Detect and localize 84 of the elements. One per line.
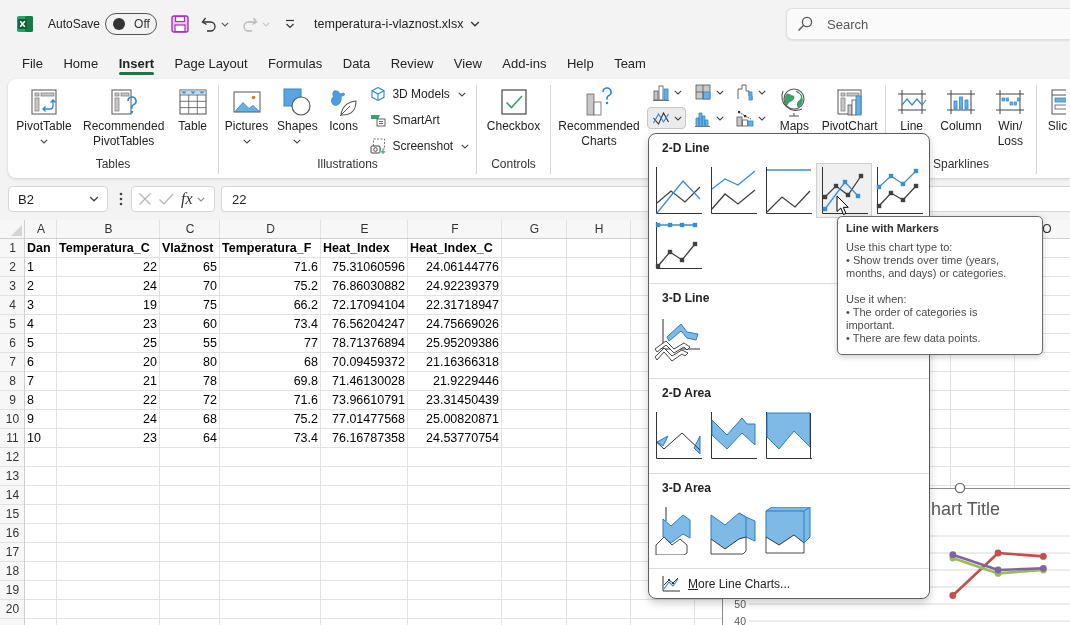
cell-text: 23.31450439 — [425, 392, 500, 409]
cell-text: 73.4 — [292, 316, 319, 333]
cell-text: 76.16787358 — [331, 430, 406, 447]
cell-text: 25.00820871 — [425, 411, 500, 428]
cell-text: 21 — [142, 373, 158, 390]
tooltip-title: Line with Markers — [846, 222, 940, 235]
cell-text: 75.2 — [292, 278, 319, 295]
cell-text: 6 — [26, 354, 35, 371]
cell-text: 1 — [26, 259, 35, 276]
cell-text: Heat_Index_C — [409, 240, 494, 257]
cell-text: 64 — [202, 430, 218, 447]
tooltip-text: • Show trends over time (years, months, and days) or categories. — [846, 254, 1008, 280]
cell-text: 73.96610791 — [331, 392, 406, 409]
cell-text: 78.71376894 — [331, 335, 406, 352]
cell-text: Vlažnost — [161, 240, 215, 257]
cell-text: 22.31718947 — [425, 297, 500, 314]
cell-text: 71.6 — [292, 392, 319, 409]
tooltip-text: • There are few data points. — [846, 332, 982, 345]
autosave-label: AutoSave — [48, 17, 101, 31]
cell-text: 23 — [142, 316, 158, 333]
section-heading: 2-D Area — [662, 385, 711, 401]
group-label: Sparklines — [933, 156, 989, 172]
cell-text: 69.8 — [292, 373, 319, 390]
cell-text: 71.6 — [292, 259, 319, 276]
cell-text: Temperatura_C — [58, 240, 151, 257]
cell-text: Heat_Index — [322, 240, 391, 257]
cell-text: 77.01477568 — [331, 411, 406, 428]
cell-text: 23 — [142, 430, 158, 447]
group-label: Tables — [95, 156, 131, 172]
cell-text: 72.17094104 — [331, 297, 406, 314]
cell-text: 24 — [142, 278, 158, 295]
cell-text: 75 — [202, 297, 218, 314]
cell-text: 76.56204247 — [331, 316, 406, 333]
axis-tick-label: 50 — [734, 597, 746, 610]
cell-text: 70.09459372 — [331, 354, 406, 371]
cell-text: 22 — [142, 392, 158, 409]
cell-text: 2 — [26, 278, 35, 295]
cell-text: 21.16366318 — [425, 354, 500, 371]
group-label: Illustrations — [317, 156, 378, 172]
section-heading: 2-D Line — [662, 140, 710, 156]
cell-text: Dan — [26, 240, 52, 257]
cell-text: Temperatura_F — [221, 240, 313, 257]
cell-text: 8 — [26, 392, 35, 409]
cell-text: 19 — [142, 297, 158, 314]
section-heading: 3-D Line — [662, 290, 710, 306]
cell-text: 24.92239379 — [425, 278, 500, 295]
cell-text: 21.9229446 — [431, 373, 500, 390]
cell-text: 78 — [202, 373, 218, 390]
chart-title: hart Title — [931, 498, 1001, 520]
cell-text: 71.46130028 — [331, 373, 406, 390]
cell-text: 76.86030882 — [331, 278, 406, 295]
cell-text: 72 — [202, 392, 218, 409]
cell-text: 5 — [26, 335, 35, 352]
cell-text: 24.06144776 — [425, 259, 500, 276]
cell-text: 70 — [202, 278, 218, 295]
cell-text: 24.53770754 — [425, 430, 500, 447]
section-heading: 3-D Area — [662, 480, 711, 496]
cell-text: 66.2 — [292, 297, 319, 314]
tooltip-text: • The order of categories is important. — [846, 306, 979, 332]
cell-text: 60 — [202, 316, 218, 333]
cell-text: 80 — [202, 354, 218, 371]
cell-text: 68 — [202, 411, 218, 428]
group-label: Controls — [491, 156, 536, 172]
cell-text: 4 — [26, 316, 35, 333]
cell-text: 22 — [142, 259, 158, 276]
cell-text: 25 — [142, 335, 158, 352]
tooltip-text: Use this chart type to: — [846, 241, 954, 254]
tooltip-text: Use it when: — [846, 293, 908, 306]
cell-text: 25.95209386 — [425, 335, 500, 352]
axis-tick-label: 40 — [734, 614, 746, 625]
cell-text: 3 — [26, 297, 35, 314]
cell-text: 77 — [303, 335, 319, 352]
cell-text: 55 — [202, 335, 218, 352]
cell-text: 65 — [202, 259, 218, 276]
cell-text: 24.75669026 — [425, 316, 500, 333]
cell-text: 73.4 — [292, 430, 319, 447]
cell-text: 68 — [303, 354, 319, 371]
cell-text: 7 — [26, 373, 35, 390]
cell-text: 20 — [142, 354, 158, 371]
cell-text: 10 — [26, 430, 42, 447]
cell-text: 9 — [26, 411, 35, 428]
cell-text: 75.2 — [292, 411, 319, 428]
cell-text: 75.31060596 — [331, 259, 406, 276]
cell-text: 24 — [142, 411, 158, 428]
